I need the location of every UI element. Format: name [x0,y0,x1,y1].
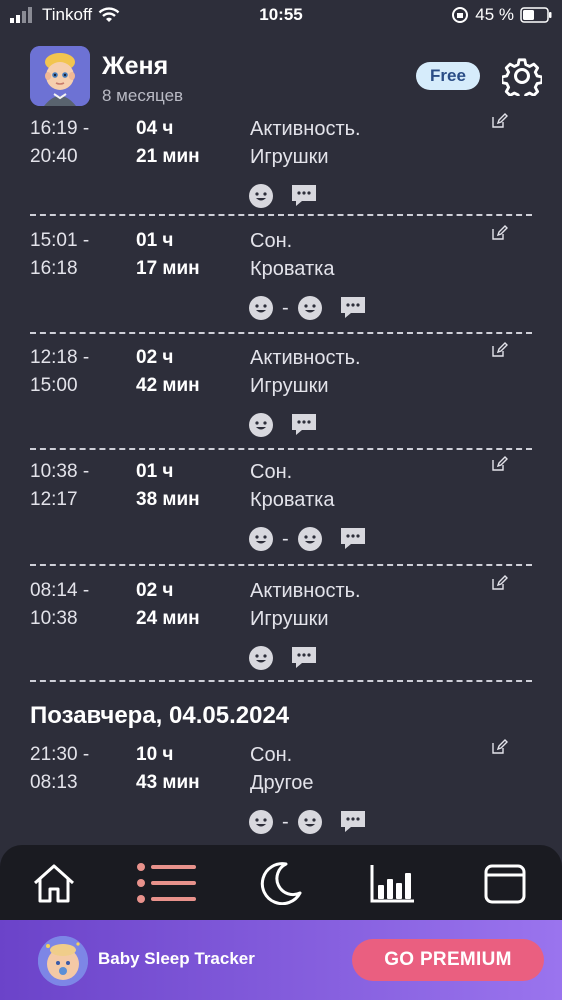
gear-icon[interactable] [502,56,542,96]
divider [30,214,532,216]
entry-end: 15:00 [30,375,78,396]
entry-place: Игрушки [250,608,329,630]
bar-chart-icon[interactable] [368,861,416,905]
entry-icons: - [248,808,367,836]
entry-start: 08:14 - [30,580,90,601]
entry-duration-minutes: 42 мин [136,375,200,396]
happy-face-icon[interactable] [248,809,274,835]
entry-icons: - [248,294,367,322]
bottom-tab-bar [0,845,562,920]
entry-duration-minutes: 43 мин [136,772,200,793]
divider [30,448,532,450]
entry-type: Сон. [250,461,293,483]
entries-list[interactable]: 16:19 - 20:40 04 ч 21 мин Активность. Иг… [0,112,562,847]
entry-type: Активность. [250,580,361,602]
mood-range-separator: - [282,810,289,833]
edit-icon[interactable] [490,112,508,130]
moon-icon[interactable] [256,861,304,905]
edit-icon[interactable] [490,341,508,359]
entry-start: 10:38 - [30,461,90,482]
child-age: 8 месяцев [102,86,184,105]
happy-face-icon[interactable] [297,809,323,835]
avatar[interactable] [30,46,90,106]
entry-duration-hours: 01 ч [136,230,174,251]
entry-duration-minutes: 24 мин [136,608,200,629]
child-name: Женя [102,52,169,80]
happy-face-icon[interactable] [248,183,274,209]
entry-place: Игрушки [250,375,329,397]
entry-start: 21:30 - [30,744,90,765]
happy-face-icon[interactable] [248,412,274,438]
divider [30,680,532,682]
entry-end: 08:13 [30,772,78,793]
entry-duration-minutes: 38 мин [136,489,200,510]
status-right: 45 % [451,5,552,25]
battery-icon [520,7,552,23]
premium-banner[interactable]: Baby Sleep Tracker GO PREMIUM [0,920,562,1000]
entry-duration-hours: 02 ч [136,347,174,368]
happy-face-icon[interactable] [248,526,274,552]
comment-icon[interactable] [339,295,367,321]
go-premium-button[interactable]: GO PREMIUM [352,939,544,981]
entry-start: 15:01 - [30,230,90,251]
divider [30,564,532,566]
comment-icon[interactable] [290,645,318,671]
entry-icons [248,182,318,210]
edit-icon[interactable] [490,455,508,473]
entry-end: 20:40 [30,146,78,167]
list-icon[interactable] [136,861,198,905]
edit-icon[interactable] [490,738,508,756]
happy-face-icon[interactable] [297,526,323,552]
mood-range-separator: - [282,296,289,319]
entry-icons: - [248,525,367,553]
entry-duration-hours: 02 ч [136,580,174,601]
edit-icon[interactable] [490,224,508,242]
entry-duration-hours: 01 ч [136,461,174,482]
entry-duration-hours: 10 ч [136,744,174,765]
entry-place: Другое [250,772,314,794]
entry-icons [248,411,318,439]
mood-range-separator: - [282,527,289,550]
status-bar: Tinkoff 10:55 45 % [0,0,562,32]
battery-percent: 45 % [475,5,514,24]
entry-duration-hours: 04 ч [136,118,174,139]
edit-icon[interactable] [490,574,508,592]
home-icon[interactable] [30,861,78,905]
comment-icon[interactable] [290,183,318,209]
entry-place: Кроватка [250,489,335,511]
entry-type: Сон. [250,230,293,252]
divider [30,332,532,334]
entry-type: Активность. [250,347,361,369]
happy-face-icon[interactable] [248,295,274,321]
entry-end: 10:38 [30,608,78,629]
plan-badge[interactable]: Free [416,62,480,90]
profile-header: Женя 8 месяцев Free [30,46,542,108]
entry-place: Кроватка [250,258,335,280]
banner-title: Baby Sleep Tracker [98,949,255,968]
app-logo [38,936,88,986]
entry-start: 16:19 - [30,118,90,139]
baby-avatar-icon [30,46,90,106]
happy-face-icon[interactable] [248,645,274,671]
comment-icon[interactable] [290,412,318,438]
entry-place: Игрушки [250,146,329,168]
comment-icon[interactable] [339,809,367,835]
baby-logo-icon [38,936,88,986]
entry-duration-minutes: 21 мин [136,146,200,167]
entry-icons [248,644,318,672]
entry-duration-minutes: 17 мин [136,258,200,279]
calendar-icon[interactable] [482,861,530,905]
entry-type: Активность. [250,118,361,140]
comment-icon[interactable] [339,526,367,552]
rotation-lock-icon [452,7,469,23]
entry-end: 12:17 [30,489,78,510]
entry-start: 12:18 - [30,347,90,368]
entry-type: Сон. [250,744,293,766]
entry-end: 16:18 [30,258,78,279]
day-header: Позавчера, 04.05.2024 [30,702,290,729]
happy-face-icon[interactable] [297,295,323,321]
